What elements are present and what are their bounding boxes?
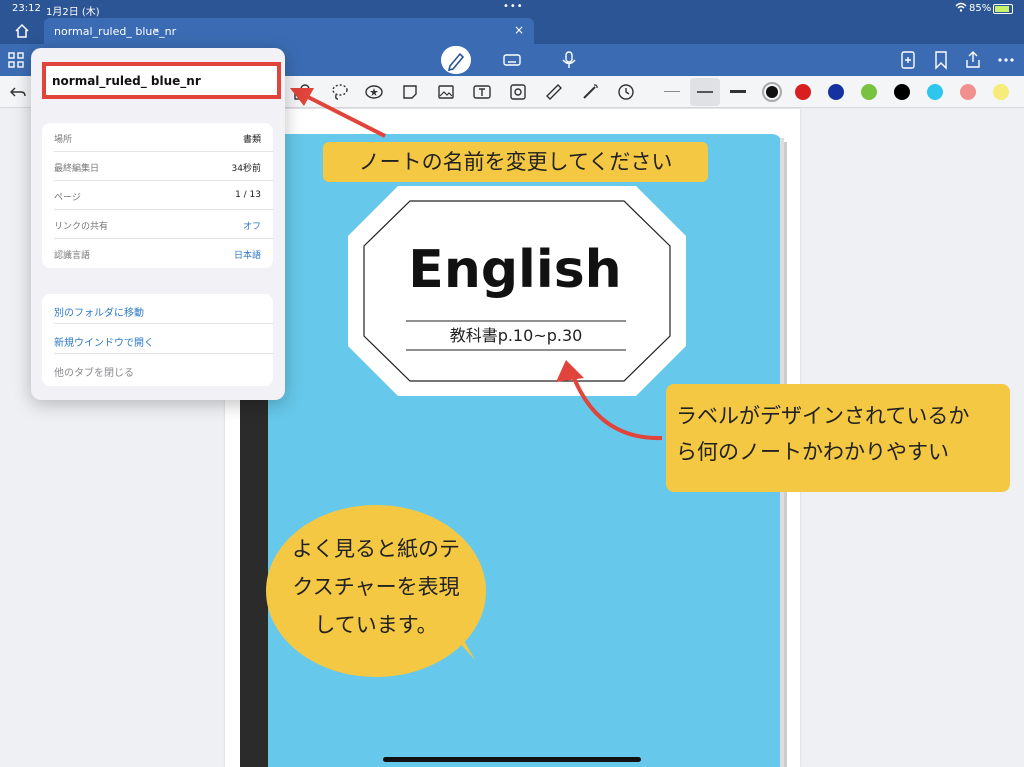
annotation-label-design: ラベルがデザインされているか ら何のノートかわかりやすい	[666, 384, 1010, 492]
image-icon[interactable]	[436, 82, 456, 102]
info-key: リンクの共有	[54, 222, 109, 232]
action-label: 他のタブを閉じる	[54, 368, 134, 379]
star-icon[interactable]	[364, 82, 384, 102]
annotation-line: ラベルがデザインされているか	[676, 404, 970, 428]
action-label: 新規ウインドウで開く	[54, 338, 154, 349]
status-time: 23:12	[12, 3, 41, 14]
status-bar: 23:12 1月2日 (木) ••• 85%	[0, 0, 1024, 18]
info-key: 場所	[54, 135, 73, 145]
annotation-texture-text: よく見ると紙のテ クスチャーを表現 しています。	[276, 530, 476, 644]
color-swatch-cyan[interactable]	[927, 84, 943, 100]
clock-icon[interactable]	[616, 82, 636, 102]
ruler-icon[interactable]	[544, 82, 564, 102]
info-key: 最終編集日	[54, 164, 100, 174]
color-swatch-pink[interactable]	[960, 84, 976, 100]
color-swatch-green[interactable]	[861, 84, 877, 100]
home-icon[interactable]	[12, 22, 32, 40]
info-value: 書類	[242, 135, 261, 145]
pen-mode-button[interactable]	[441, 46, 471, 74]
sticker-icon[interactable]	[400, 82, 420, 102]
move-to-folder-button[interactable]: 別のフォルダに移動	[42, 294, 273, 324]
notebook-label-subtitle: 教科書p.10~p.30	[449, 326, 583, 345]
undo-icon[interactable]	[8, 82, 28, 102]
share-icon[interactable]	[963, 50, 983, 70]
battery-icon	[993, 4, 1013, 14]
action-label: 別のフォルダに移動	[54, 308, 144, 319]
recognition-language-select[interactable]: 日本語	[234, 248, 261, 261]
stroke-medium-option[interactable]	[690, 78, 720, 106]
annotation-line: しています。	[314, 613, 438, 637]
bookmark-icon[interactable]	[931, 50, 951, 70]
open-new-window-button[interactable]: 新規ウインドウで開く	[42, 324, 273, 354]
note-name-input[interactable]	[52, 71, 267, 91]
info-key: ページ	[54, 193, 81, 203]
annotation-line: よく見ると紙のテ	[292, 537, 460, 561]
shapes-icon[interactable]	[292, 82, 312, 102]
tab-bar: normal_ruled_ blue_nr ⌄ ×	[0, 18, 1024, 44]
notebook-label-title: English	[408, 240, 622, 300]
lasso-icon[interactable]	[330, 82, 350, 102]
stroke-thin-option[interactable]	[664, 91, 680, 92]
note-info-group: 場所 書類 最終編集日 34秒前 ページ 1 / 13 リンクの共有 オフ 認識…	[42, 123, 273, 268]
annotation-line: ら何のノートかわかりやすい	[676, 440, 949, 464]
close-other-tabs-button[interactable]: 他のタブを閉じる	[42, 354, 273, 384]
note-actions-group: 別のフォルダに移動 新規ウインドウで開く 他のタブを閉じる	[42, 294, 273, 386]
info-value: 1 / 13	[235, 190, 261, 200]
home-indicator[interactable]	[383, 757, 641, 762]
color-swatch-navy[interactable]	[828, 84, 844, 100]
chevron-down-icon[interactable]: ⌄	[152, 23, 160, 34]
link-sharing-toggle[interactable]: オフ	[243, 219, 261, 232]
info-value: 34秒前	[231, 164, 261, 174]
note-name-field[interactable]	[42, 62, 281, 99]
annotation-rename-note: ノートの名前を変更してください	[323, 142, 708, 182]
microphone-icon[interactable]	[559, 50, 579, 70]
info-key: 認識言語	[54, 251, 91, 261]
text-icon[interactable]	[472, 82, 492, 102]
color-swatch-yellow[interactable]	[993, 84, 1009, 100]
color-swatch-black[interactable]	[894, 84, 910, 100]
laser-icon[interactable]	[580, 82, 600, 102]
info-row-recognition-language[interactable]: 認識言語 日本語	[42, 239, 273, 268]
status-date: 1月2日 (木)	[46, 7, 100, 18]
add-page-icon[interactable]	[898, 50, 918, 70]
annotation-line: クスチャーを表現	[292, 575, 460, 599]
info-row-link-sharing[interactable]: リンクの共有 オフ	[42, 210, 273, 239]
multitasking-dots-icon[interactable]: •••	[503, 1, 524, 12]
info-row-page: ページ 1 / 13	[42, 181, 273, 210]
color-swatch-black-selected[interactable]	[762, 82, 782, 102]
close-tab-icon[interactable]: ×	[514, 23, 524, 37]
grid-icon[interactable]	[6, 50, 26, 70]
info-row-location: 場所 書類	[42, 123, 273, 152]
color-swatch-red[interactable]	[795, 84, 811, 100]
document-tab[interactable]: normal_ruled_ blue_nr ⌄ ×	[44, 18, 534, 44]
more-icon[interactable]	[996, 50, 1016, 70]
wifi-icon	[955, 2, 967, 15]
camera-icon[interactable]	[508, 82, 528, 102]
keyboard-icon[interactable]	[502, 50, 522, 70]
info-row-last-edited: 最終編集日 34秒前	[42, 152, 273, 181]
stroke-thick-option[interactable]	[730, 90, 746, 93]
battery-percent: 85%	[969, 3, 992, 14]
